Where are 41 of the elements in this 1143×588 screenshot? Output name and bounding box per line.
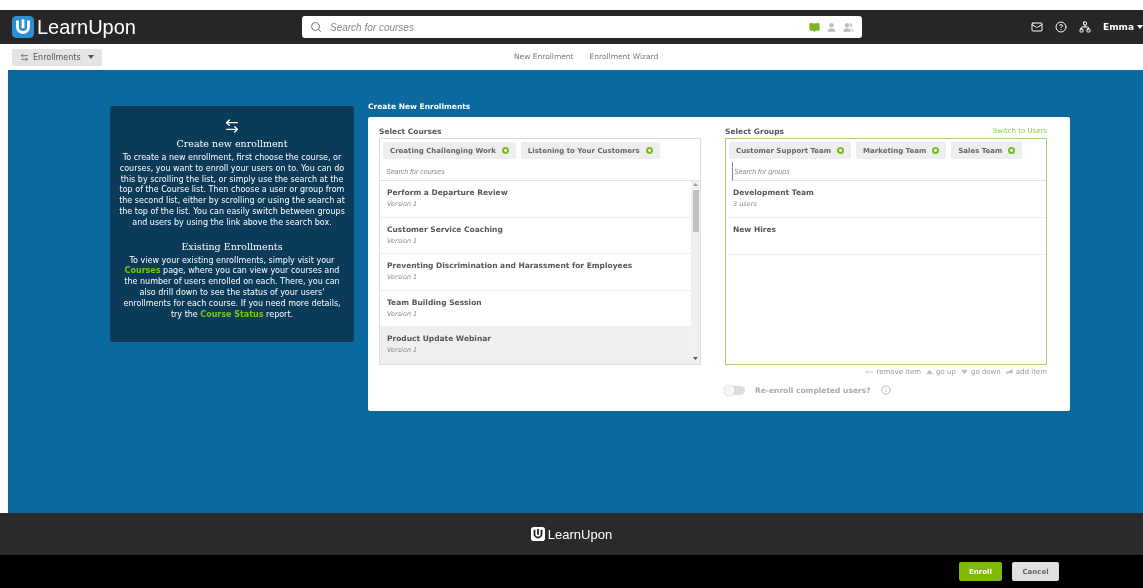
help-text: To create a new enrollment, first choose the course, or courses, you want to enroll your users on to. You can do this by scrolling the list, or simply use the search at the top of the Course list. Then choose a user or group from the second list, either by scrolling or using the search at the top of the list. You can easily switch between groups and users by using the link above the search box. <box>118 153 346 229</box>
search-bar[interactable]: Search for courses <box>301 16 862 38</box>
footer-logo[interactable]: LearnUpon <box>530 526 613 542</box>
enrollments-menu[interactable]: Enrollments <box>12 48 102 66</box>
caret-icon <box>1137 25 1143 29</box>
help-text: To view your existing enrollments, simply visit your Courses page, where you can view your courses and the number of users enrolled on each. There, you can also drill down to see the status of your users' enrollments for each course. If you need more details, try the Course Status report. <box>122 255 342 321</box>
remove-icon[interactable] <box>837 147 845 154</box>
user-menu[interactable]: Emma <box>1103 22 1143 32</box>
swap-icon <box>224 118 240 134</box>
logo-text: LearnUpon <box>547 526 613 542</box>
remove-icon[interactable] <box>1008 147 1016 154</box>
search-input[interactable]: Search for courses <box>327 20 803 34</box>
mail-icon[interactable] <box>1031 21 1043 33</box>
help-title: Create new enrollment <box>176 138 288 149</box>
user-icon[interactable] <box>825 21 837 33</box>
reenroll-toggle[interactable] <box>725 385 745 395</box>
logo-icon <box>530 527 545 541</box>
book-icon[interactable] <box>808 21 820 33</box>
swap-icon <box>20 52 29 62</box>
help-icon[interactable] <box>1055 21 1067 33</box>
enter-key-icon <box>1004 369 1014 375</box>
help-link[interactable]: Courses <box>124 266 161 276</box>
left-key-icon <box>865 369 875 375</box>
scroll-up-icon[interactable] <box>693 183 698 186</box>
logo[interactable]: LearnUpon <box>12 15 136 39</box>
search-icon <box>309 21 322 33</box>
group-icon[interactable] <box>842 21 854 33</box>
down-key-icon <box>959 369 969 375</box>
info-icon[interactable] <box>880 385 891 395</box>
remove-icon[interactable] <box>645 147 653 154</box>
help-title: Existing Enrollments <box>181 240 283 252</box>
scroll-down-icon[interactable] <box>693 357 698 360</box>
caret-icon <box>87 55 94 59</box>
scrollbar[interactable] <box>691 181 700 364</box>
logo-text: LearnUpon <box>37 15 136 39</box>
help-link[interactable]: Course Status <box>200 309 264 319</box>
remove-icon[interactable] <box>932 147 940 154</box>
logo-icon <box>12 16 34 38</box>
hierarchy-icon[interactable] <box>1079 21 1091 33</box>
remove-icon[interactable] <box>501 147 509 154</box>
up-key-icon <box>925 369 935 375</box>
